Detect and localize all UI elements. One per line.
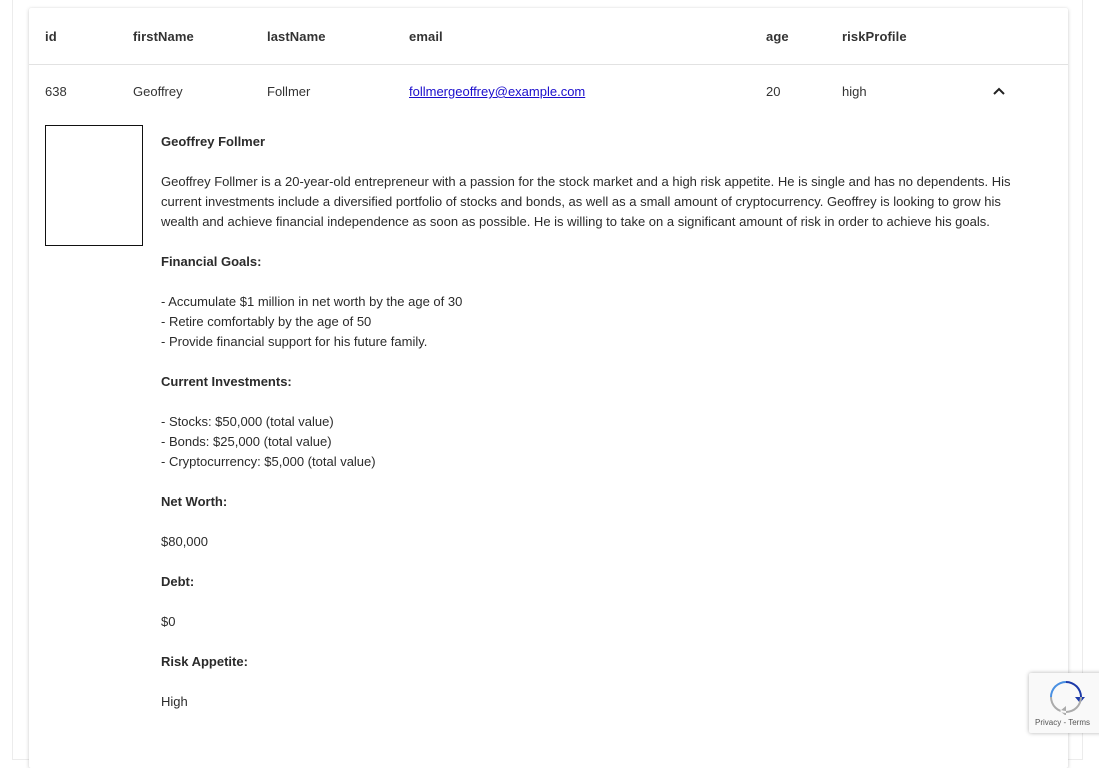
column-header-riskprofile[interactable]: riskProfile bbox=[842, 8, 907, 64]
column-header-firstname[interactable]: firstName bbox=[133, 8, 194, 64]
list-item: - Retire comfortably by the age of 50 bbox=[161, 314, 372, 329]
column-header-id[interactable]: id bbox=[45, 8, 57, 64]
list-item: - Cryptocurrency: $5,000 (total value) bbox=[161, 454, 376, 469]
terms-link[interactable]: Terms bbox=[1068, 718, 1090, 727]
recaptcha-badge[interactable]: Privacy - Terms bbox=[1029, 673, 1099, 733]
investments-list: - Stocks: $50,000 (total value) - Bonds:… bbox=[161, 412, 1041, 472]
chevron-up-icon[interactable] bbox=[992, 84, 1006, 98]
list-item: - Accumulate $1 million in net worth by … bbox=[161, 294, 463, 309]
column-header-lastname[interactable]: lastName bbox=[267, 8, 326, 64]
detail-panel: Geoffrey Follmer Geoffrey Follmer is a 2… bbox=[161, 132, 1041, 732]
list-item: - Bonds: $25,000 (total value) bbox=[161, 434, 332, 449]
detail-name: Geoffrey Follmer bbox=[161, 134, 266, 149]
column-header-email[interactable]: email bbox=[409, 8, 443, 64]
cell-riskprofile: high bbox=[842, 84, 867, 99]
net-worth-value: $80,000 bbox=[161, 534, 208, 549]
avatar-placeholder bbox=[45, 125, 143, 246]
email-link[interactable]: follmergeoffrey@example.com bbox=[409, 84, 585, 99]
cell-email: follmergeoffrey@example.com bbox=[409, 65, 585, 117]
investments-heading: Current Investments: bbox=[161, 374, 292, 389]
data-table-card: id firstName lastName email age riskProf… bbox=[29, 8, 1068, 768]
table-row[interactable]: 638 Geoffrey Follmer follmergeoffrey@exa… bbox=[29, 65, 1068, 117]
cell-firstname: Geoffrey bbox=[133, 84, 183, 99]
financial-goals-list: - Accumulate $1 million in net worth by … bbox=[161, 292, 1041, 352]
detail-bio: Geoffrey Follmer is a 20-year-old entrep… bbox=[161, 174, 1011, 229]
recaptcha-links: Privacy - Terms bbox=[1035, 718, 1090, 727]
privacy-link[interactable]: Privacy bbox=[1035, 718, 1061, 727]
recaptcha-icon bbox=[1050, 681, 1085, 715]
risk-appetite-heading: Risk Appetite: bbox=[161, 654, 248, 669]
list-item: - Provide financial support for his futu… bbox=[161, 334, 428, 349]
debt-heading: Debt: bbox=[161, 574, 195, 589]
risk-appetite-value: High bbox=[161, 694, 188, 709]
net-worth-heading: Net Worth: bbox=[161, 494, 228, 509]
debt-value: $0 bbox=[161, 614, 176, 629]
cell-age: 20 bbox=[766, 84, 781, 99]
column-header-age[interactable]: age bbox=[766, 8, 789, 64]
cell-lastname: Follmer bbox=[267, 84, 311, 99]
list-item: - Stocks: $50,000 (total value) bbox=[161, 414, 334, 429]
table-header: id firstName lastName email age riskProf… bbox=[29, 8, 1068, 65]
financial-goals-heading: Financial Goals: bbox=[161, 254, 262, 269]
cell-id: 638 bbox=[45, 84, 67, 99]
